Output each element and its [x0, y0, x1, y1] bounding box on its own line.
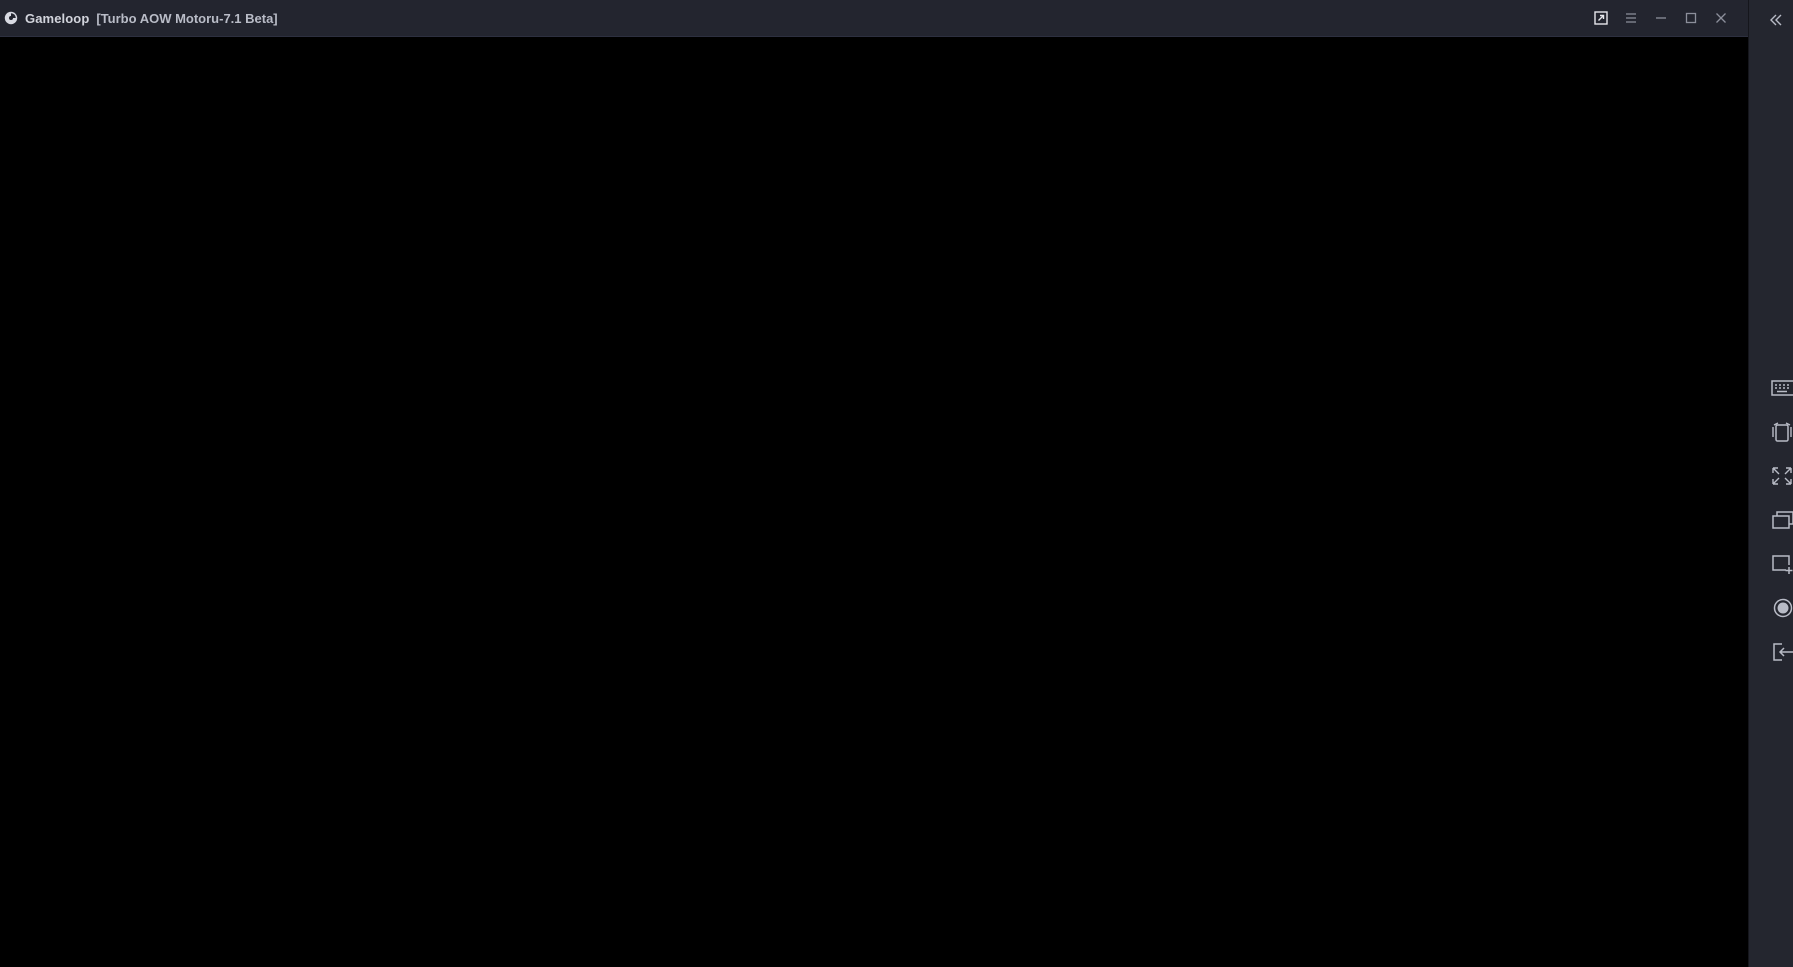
record-button[interactable] — [1749, 586, 1793, 630]
popout-icon — [1594, 11, 1608, 25]
keyboard-icon — [1771, 380, 1793, 396]
exit-icon — [1773, 643, 1793, 661]
fullscreen-icon — [1772, 467, 1792, 485]
minimize-icon — [1656, 17, 1666, 19]
screenshot-button[interactable] — [1749, 542, 1793, 586]
close-icon — [1716, 13, 1726, 23]
app-title: Gameloop — [25, 10, 90, 26]
minimize-button[interactable] — [1646, 0, 1676, 36]
screenshot-icon — [1772, 555, 1793, 574]
shake-button[interactable] — [1749, 410, 1793, 454]
side-tools — [1749, 366, 1793, 674]
window-controls — [1586, 0, 1736, 36]
game-viewport[interactable] — [0, 37, 1748, 967]
side-toolbar — [1748, 0, 1793, 967]
close-button[interactable] — [1706, 0, 1736, 36]
menu-icon — [1626, 13, 1636, 23]
double-chevron-left-icon — [1770, 14, 1782, 26]
collapse-sidebar-button[interactable] — [1765, 10, 1787, 30]
multi-window-icon — [1772, 511, 1793, 529]
exit-button[interactable] — [1749, 630, 1793, 674]
title-bar[interactable]: Gameloop [Turbo AOW Motoru-7.1 Beta] — [0, 0, 1748, 37]
fullscreen-button[interactable] — [1749, 454, 1793, 498]
emulator-window: Gameloop [Turbo AOW Motoru-7.1 Beta] — [0, 0, 1793, 967]
menu-button[interactable] — [1616, 0, 1646, 36]
record-icon — [1773, 598, 1793, 618]
gameloop-logo-icon — [4, 11, 18, 25]
maximize-button[interactable] — [1676, 0, 1706, 36]
instance-title: [Turbo AOW Motoru-7.1 Beta] — [96, 10, 278, 26]
keyboard-button[interactable] — [1749, 366, 1793, 410]
popout-button[interactable] — [1586, 0, 1616, 36]
shake-icon — [1772, 422, 1792, 442]
maximize-icon — [1685, 12, 1697, 24]
multi-window-button[interactable] — [1749, 498, 1793, 542]
